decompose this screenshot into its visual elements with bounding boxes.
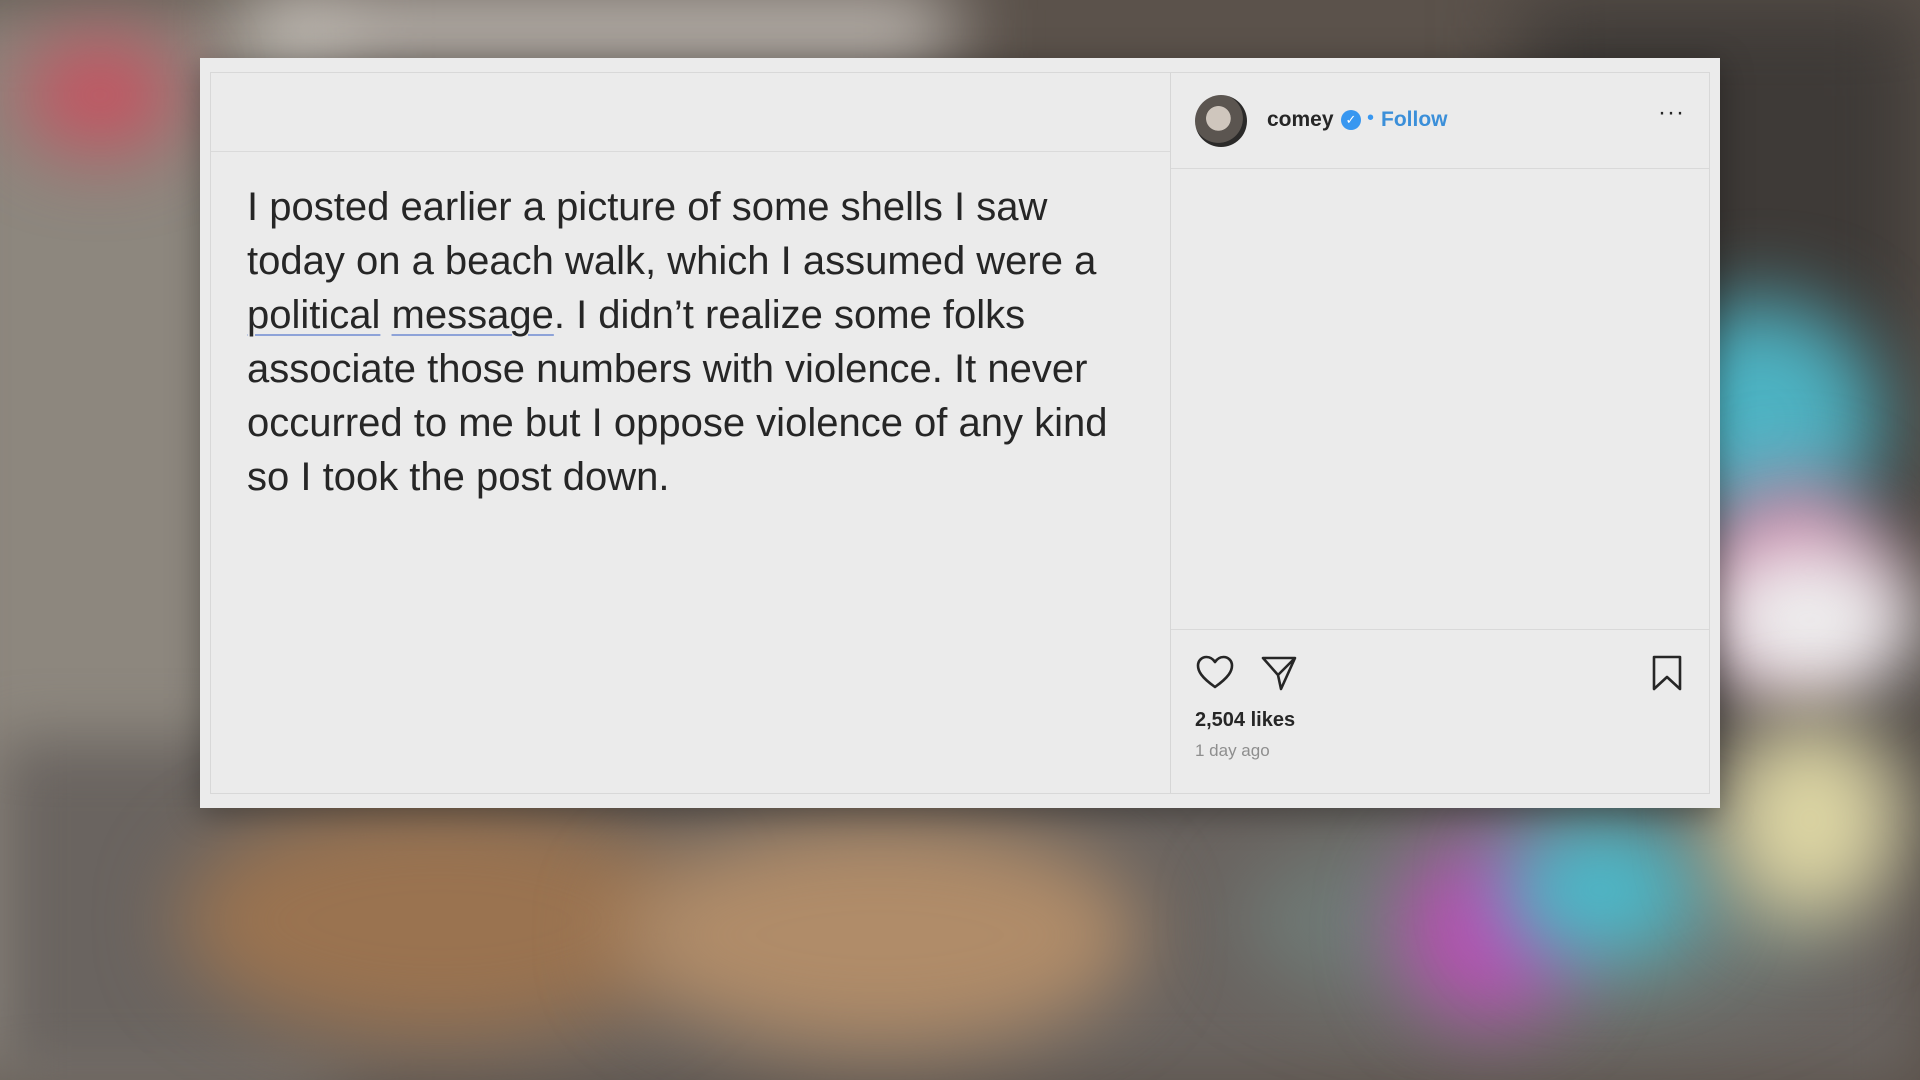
likes-count[interactable]: 2,504 likes <box>1195 709 1295 732</box>
send-icon[interactable] <box>1259 653 1299 698</box>
caption-link-political[interactable]: political <box>247 293 380 337</box>
caption-part: I posted earlier a picture of some shell… <box>247 185 1097 283</box>
post-sidebar: comey ✓ • Follow ··· 2,504 likes 1 day a… <box>1171 73 1709 793</box>
post-timestamp[interactable]: 1 day ago <box>1195 741 1270 761</box>
more-options-icon[interactable]: ··· <box>1658 99 1685 127</box>
instagram-post-card: I posted earlier a picture of some shell… <box>200 58 1720 808</box>
follow-button[interactable]: Follow <box>1381 108 1448 132</box>
post-caption-text: I posted earlier a picture of some shell… <box>247 180 1126 504</box>
post-media-panel: I posted earlier a picture of some shell… <box>211 73 1171 793</box>
comments-area <box>1171 169 1709 630</box>
post-container: I posted earlier a picture of some shell… <box>210 72 1710 794</box>
separator-dot: • <box>1367 107 1375 129</box>
heart-icon[interactable] <box>1195 653 1235 698</box>
action-bar <box>1195 653 1685 693</box>
media-top-bar <box>211 73 1170 152</box>
username[interactable]: comey <box>1267 108 1334 132</box>
bookmark-icon[interactable] <box>1649 653 1685 698</box>
avatar[interactable] <box>1195 95 1247 147</box>
verified-badge-icon: ✓ <box>1341 110 1361 130</box>
caption-link-message[interactable]: message <box>392 293 554 337</box>
post-header: comey ✓ • Follow ··· <box>1171 73 1709 169</box>
